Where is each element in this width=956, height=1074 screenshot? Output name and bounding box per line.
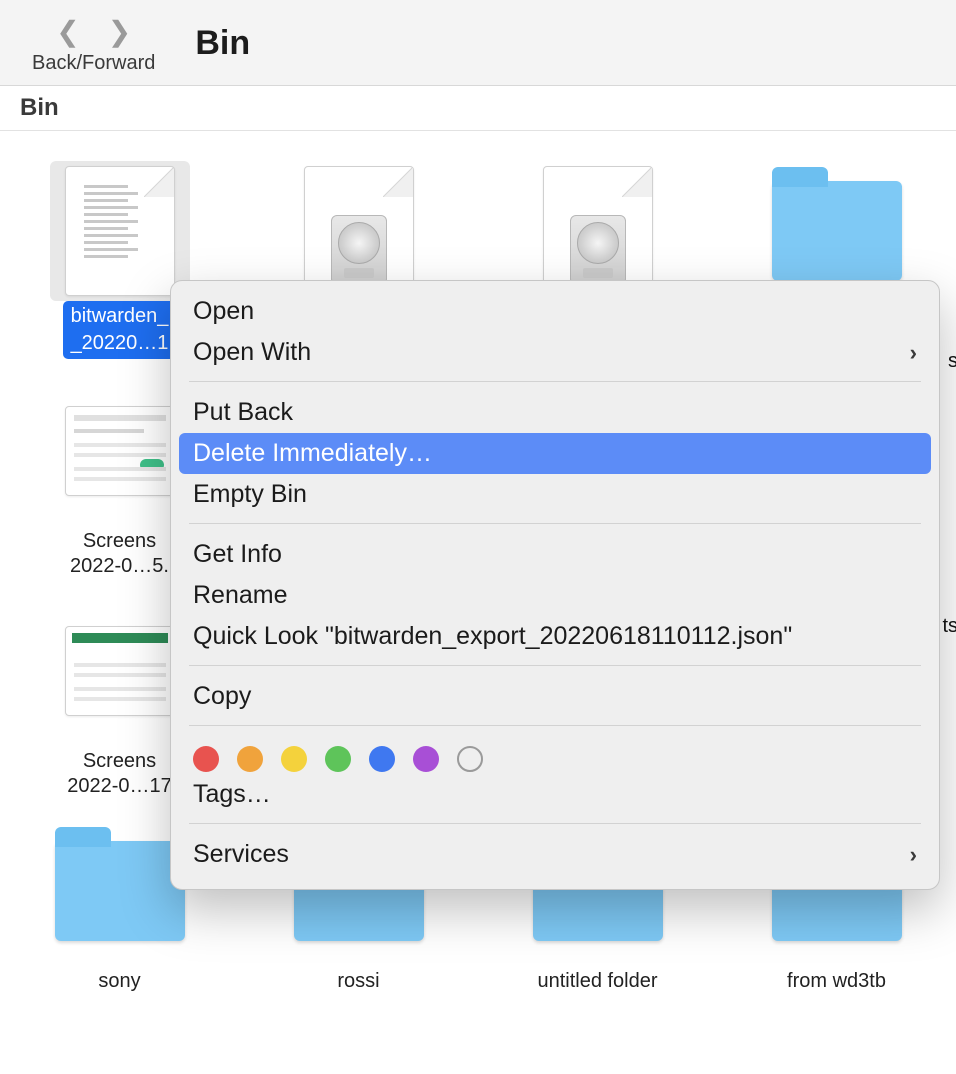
tag-orange[interactable] (237, 746, 263, 772)
file-label: bitwarden_ _20220…1 (63, 301, 177, 359)
back-button[interactable]: ❮ (56, 18, 79, 46)
file-label: Screens 2022-0…17 (67, 749, 172, 799)
menu-separator (189, 725, 921, 726)
menu-separator (189, 665, 921, 666)
menu-separator (189, 523, 921, 524)
tag-yellow[interactable] (281, 746, 307, 772)
chevron-right-icon: › (910, 842, 917, 868)
menu-rename[interactable]: Rename (171, 575, 939, 616)
forward-button[interactable]: ❯ (108, 18, 131, 46)
folder-label: from wd3tb (787, 969, 886, 994)
menu-open[interactable]: Open (171, 291, 939, 332)
folder-label: sony (98, 969, 140, 994)
file-label: Screens 2022-0…5. (70, 529, 169, 579)
toolbar: ❮ ❯ Back/Forward Bin (0, 0, 956, 86)
image-thumbnail-icon (50, 601, 190, 741)
folder-label: rossi (337, 969, 379, 994)
image-thumbnail-icon (50, 381, 190, 521)
tag-green[interactable] (325, 746, 351, 772)
tag-red[interactable] (193, 746, 219, 772)
menu-quick-look[interactable]: Quick Look "bitwarden_export_20220618110… (171, 616, 939, 657)
menu-empty-bin[interactable]: Empty Bin (171, 474, 939, 515)
nav-label: Back/Forward (32, 52, 155, 75)
folder-icon (50, 821, 190, 961)
folder-label: untitled folder (537, 969, 657, 994)
menu-delete-immediately[interactable]: Delete Immediately… (179, 433, 931, 474)
clipped-label-fragment: ts (940, 615, 956, 638)
menu-separator (189, 381, 921, 382)
menu-tags[interactable]: Tags… (171, 774, 939, 815)
document-icon (50, 161, 190, 301)
menu-separator (189, 823, 921, 824)
nav-back-forward-group: ❮ ❯ Back/Forward (32, 18, 155, 75)
menu-copy[interactable]: Copy (171, 676, 939, 717)
chevron-right-icon: › (910, 340, 917, 366)
path-bar: Bin (0, 86, 956, 131)
path-location: Bin (20, 94, 59, 121)
tag-color-row (171, 736, 939, 774)
tag-none[interactable] (457, 746, 483, 772)
window-title: Bin (195, 24, 250, 63)
tag-blue[interactable] (369, 746, 395, 772)
clipped-label-fragment: s (946, 350, 956, 373)
menu-open-with[interactable]: Open With › (171, 332, 939, 373)
context-menu: Open Open With › Put Back Delete Immedia… (170, 280, 940, 890)
tag-purple[interactable] (413, 746, 439, 772)
menu-put-back[interactable]: Put Back (171, 392, 939, 433)
menu-get-info[interactable]: Get Info (171, 534, 939, 575)
menu-services[interactable]: Services › (171, 834, 939, 875)
